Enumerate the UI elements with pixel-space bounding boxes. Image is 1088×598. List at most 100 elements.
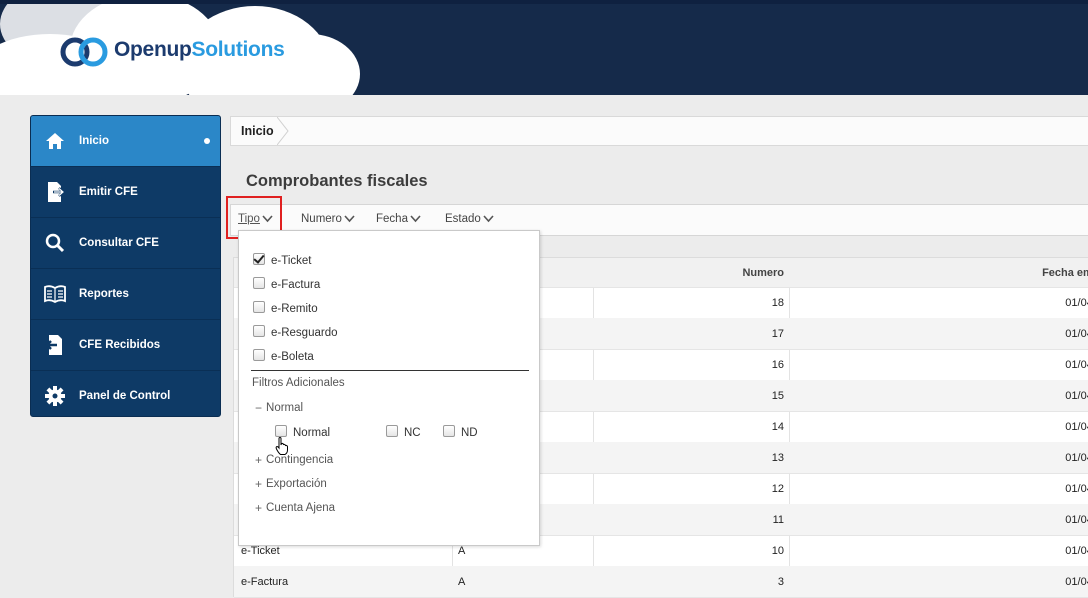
group-contingencia-toggle[interactable]: + Contingencia: [255, 453, 333, 467]
collapse-minus-icon: −: [255, 401, 263, 415]
cell-fecha: 01/04/2: [1065, 389, 1088, 402]
filter-estado-label: Estado: [445, 213, 481, 225]
checkbox[interactable]: [253, 277, 265, 289]
filter-fecha-dropdown[interactable]: Fecha: [376, 213, 421, 225]
option-e-remito[interactable]: e-Remito: [253, 301, 318, 315]
option-label: e-Factura: [271, 279, 321, 291]
cell-fecha: 01/04/2: [1065, 420, 1088, 433]
option-label: ND: [461, 427, 478, 439]
cell-numero: 11: [772, 513, 784, 526]
chevron-down-icon: [483, 215, 494, 223]
option-e-ticket[interactable]: e-Ticket: [253, 253, 312, 267]
divider: [251, 370, 529, 371]
app-header: OpenupSolutions: [0, 0, 1088, 95]
expand-plus-icon: +: [255, 453, 263, 467]
cell-serie: A: [458, 575, 466, 588]
group-label: Normal: [266, 402, 304, 414]
cell-numero: 17: [771, 327, 784, 340]
sidebar-item-label: Panel de Control: [79, 390, 171, 402]
checkbox[interactable]: [253, 301, 265, 313]
cell-numero: 18: [771, 296, 784, 309]
group-normal-toggle[interactable]: − Normal: [255, 401, 303, 415]
additional-filters-title: Filtros Adicionales: [252, 377, 345, 389]
cell-fecha: 01/04/2: [1065, 482, 1088, 495]
logo-text-part2: Solutions: [191, 38, 285, 61]
sidebar-item-reportes[interactable]: Reportes: [31, 269, 220, 320]
checkbox[interactable]: [386, 425, 398, 437]
cell-fecha: 01/04/2: [1065, 327, 1088, 340]
home-icon: [31, 132, 79, 150]
sidebar-item-label: Reportes: [79, 288, 129, 300]
cell-fecha: 01/04/2: [1065, 296, 1088, 309]
option-label: NC: [404, 427, 421, 439]
option-label: e-Boleta: [271, 351, 314, 363]
sidebar-item-label: Emitir CFE: [79, 186, 138, 198]
sidebar-item-label: Inicio: [79, 135, 110, 147]
breadcrumb-separator-icon: [277, 117, 289, 145]
group-label: Contingencia: [266, 454, 334, 466]
cell-fecha: 01/04/2: [1065, 544, 1088, 557]
sidebar-item-label: CFE Recibidos: [79, 339, 161, 351]
logo-icon: [60, 37, 108, 67]
option-nc[interactable]: NC: [386, 425, 421, 439]
chevron-down-icon: [344, 215, 355, 223]
tipo-filter-dropdown: e-Ticket e-Factura e-Remito e-Resguardo …: [238, 230, 540, 546]
option-e-boleta[interactable]: e-Boleta: [253, 349, 314, 363]
table-row[interactable]: e-Factura A 3 01/04/2: [234, 566, 1088, 598]
option-e-resguardo[interactable]: e-Resguardo: [253, 325, 338, 339]
sidebar-item-label: Consultar CFE: [79, 237, 159, 249]
cell-fecha: 01/04/2: [1065, 513, 1088, 526]
checkbox[interactable]: [253, 325, 265, 337]
logo-text: OpenupSolutions: [114, 38, 285, 62]
sidebar-item-cfe-recibidos[interactable]: CFE Recibidos: [31, 320, 220, 371]
cell-numero: 10: [771, 544, 784, 557]
group-cuenta-ajena-toggle[interactable]: + Cuenta Ajena: [255, 501, 335, 515]
cell-tipo: e-Factura: [241, 575, 289, 588]
group-label: Cuenta Ajena: [266, 502, 336, 514]
option-label: e-Ticket: [271, 255, 312, 267]
book-icon: [31, 285, 79, 303]
document-export-icon: [31, 181, 79, 203]
option-label: e-Resguardo: [271, 327, 338, 339]
option-e-factura[interactable]: e-Factura: [253, 277, 321, 291]
checkbox[interactable]: [443, 425, 455, 437]
checkbox-checked[interactable]: [253, 253, 265, 265]
checkbox[interactable]: [253, 349, 265, 361]
cell-fecha: 01/04/2: [1065, 451, 1088, 464]
cell-fecha: 01/04/2: [1065, 358, 1088, 371]
cell-numero: 12: [771, 482, 784, 495]
option-label: Normal: [293, 427, 331, 439]
cell-fecha: 01/04/2: [1065, 575, 1088, 588]
cell-numero: 14: [771, 420, 784, 433]
column-header-fecha[interactable]: Fecha emis: [789, 258, 1088, 287]
sidebar-item-inicio[interactable]: Inicio: [31, 116, 220, 167]
option-label: e-Remito: [271, 303, 318, 315]
chevron-down-icon: [410, 215, 421, 223]
gear-icon: [31, 386, 79, 406]
column-header-numero[interactable]: Numero: [593, 258, 784, 287]
breadcrumb: Inicio: [230, 116, 1088, 146]
cell-numero: 13: [771, 451, 784, 464]
search-icon: [31, 233, 79, 253]
group-exportacion-toggle[interactable]: + Exportación: [255, 477, 327, 491]
sidebar-item-emitir-cfe[interactable]: Emitir CFE: [31, 167, 220, 218]
cell-numero: 16: [771, 358, 784, 371]
cell-numero: 15: [771, 389, 784, 402]
page-title: Comprobantes fiscales: [246, 172, 428, 190]
logo-text-part1: Openup: [114, 38, 192, 61]
sidebar-item-consultar-cfe[interactable]: Consultar CFE: [31, 218, 220, 269]
group-label: Exportación: [266, 478, 327, 490]
filter-numero-label: Numero: [301, 213, 342, 225]
option-nd[interactable]: ND: [443, 425, 478, 439]
active-indicator-dot: [204, 138, 210, 144]
document-import-icon: [31, 334, 79, 356]
filter-fecha-label: Fecha: [376, 213, 408, 225]
expand-plus-icon: +: [255, 477, 263, 491]
filter-numero-dropdown[interactable]: Numero: [301, 213, 355, 225]
filter-estado-dropdown[interactable]: Estado: [445, 213, 494, 225]
cell-numero: 3: [777, 575, 784, 588]
checkbox[interactable]: [275, 425, 287, 437]
hand-pointer-icon: [275, 437, 288, 455]
expand-plus-icon: +: [255, 501, 263, 515]
sidebar-item-panel-de-control[interactable]: Panel de Control: [31, 371, 220, 416]
